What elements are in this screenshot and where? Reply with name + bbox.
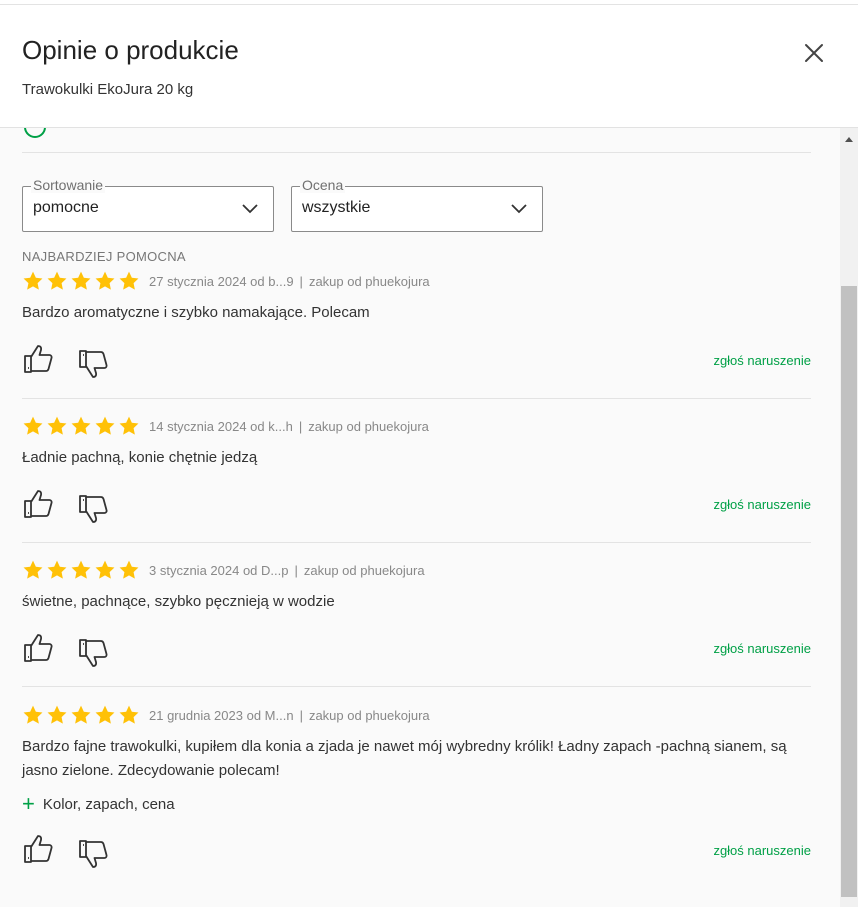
check-circle-icon xyxy=(24,128,46,138)
review-item: 21 grudnia 2023 od M...n | zakup od phueko… xyxy=(22,704,811,894)
sort-select-value: pomocne xyxy=(33,199,99,216)
star-icon xyxy=(94,559,116,581)
review-purchase: zakup od phuekojura xyxy=(308,274,430,289)
review-date-author: 21 grudnia 2023 od M...n xyxy=(149,708,294,723)
chevron-down-icon xyxy=(242,204,258,214)
star-icon xyxy=(70,559,92,581)
review-pros-text: Kolor, zapach, cena xyxy=(42,796,175,813)
star-icon xyxy=(22,415,44,437)
star-rating xyxy=(22,415,140,437)
review-text: świetne, pachnące, szybko pęcznieją w wo… xyxy=(22,593,335,610)
review-text: Ładnie pachną, konie chętnie jedzą xyxy=(22,449,258,466)
most-helpful-label: NAJBARDZIEJ POMOCNA xyxy=(22,249,186,264)
star-icon xyxy=(46,415,68,437)
thumb-down-icon[interactable] xyxy=(77,492,111,526)
review-item: 14 stycznia 2024 od k...h | zakup od phuek… xyxy=(22,415,811,543)
scrollbar-thumb[interactable] xyxy=(841,286,857,897)
thumb-down-icon[interactable] xyxy=(77,636,111,670)
report-link[interactable]: zgłoś naruszenie xyxy=(713,843,811,858)
review-purchase: zakup od phuekojura xyxy=(308,419,429,434)
star-icon xyxy=(94,415,116,437)
thumb-up-icon[interactable] xyxy=(22,487,56,521)
star-icon xyxy=(22,704,44,726)
star-icon xyxy=(118,559,140,581)
star-icon xyxy=(70,415,92,437)
thumb-down-icon[interactable] xyxy=(77,837,111,871)
review-text: Bardzo aromatyczne i szybko namakające. … xyxy=(22,304,370,321)
dialog-header: Opinie o produkcie Trawokulki EkoJura 20… xyxy=(0,5,858,128)
reviews-panel: Sortowanie pomocne Ocena wszystkie NAJBA… xyxy=(0,128,840,907)
review-item: 3 stycznia 2024 od D...p | zakup od phueko… xyxy=(22,559,811,687)
close-icon[interactable] xyxy=(800,39,828,67)
star-icon xyxy=(46,704,68,726)
review-meta: 21 grudnia 2023 od M...n | zakup od phueko… xyxy=(149,708,430,723)
scrollbar[interactable] xyxy=(840,128,858,907)
review-date-author: 14 stycznia 2024 od k...h xyxy=(149,419,293,434)
rating-select-legend: Ocena xyxy=(300,177,346,193)
star-icon xyxy=(118,415,140,437)
star-rating xyxy=(22,559,140,581)
rating-select[interactable]: Ocena wszystkie xyxy=(291,177,543,232)
star-icon xyxy=(70,270,92,292)
star-icon xyxy=(46,270,68,292)
scroll-up-arrow-icon[interactable] xyxy=(840,132,858,146)
review-meta: 14 stycznia 2024 od k...h | zakup od phuek… xyxy=(149,419,429,434)
review-pros: + Kolor, zapach, cena xyxy=(22,791,175,817)
star-icon xyxy=(118,704,140,726)
star-icon xyxy=(22,270,44,292)
sort-select-legend: Sortowanie xyxy=(31,177,106,193)
thumb-up-icon[interactable] xyxy=(22,832,56,866)
star-icon xyxy=(94,704,116,726)
thumb-up-icon[interactable] xyxy=(22,631,56,665)
report-link[interactable]: zgłoś naruszenie xyxy=(713,497,811,512)
review-meta: 3 stycznia 2024 od D...p | zakup od phueko… xyxy=(149,563,425,578)
partially-hidden-row xyxy=(22,128,811,153)
review-purchase: zakup od phuekojura xyxy=(303,563,425,578)
chevron-down-icon xyxy=(511,204,527,214)
thumb-up-icon[interactable] xyxy=(22,342,56,376)
star-rating xyxy=(22,704,140,726)
review-text: Bardzo fajne trawokulki, kupiłem dla kon… xyxy=(22,738,787,779)
star-icon xyxy=(70,704,92,726)
review-meta: 27 stycznia 2024 od b...9 | zakup od phuek… xyxy=(149,274,430,289)
star-icon xyxy=(22,559,44,581)
report-link[interactable]: zgłoś naruszenie xyxy=(713,641,811,656)
star-icon xyxy=(94,270,116,292)
star-icon xyxy=(118,270,140,292)
review-item: 27 stycznia 2024 od b...9 | zakup od phuek… xyxy=(22,270,811,399)
review-date-author: 3 stycznia 2024 od D...p xyxy=(149,563,289,578)
product-name: Trawokulki EkoJura 20 kg xyxy=(22,81,194,98)
rating-select-value: wszystkie xyxy=(302,199,371,216)
dialog-title: Opinie o produkcie xyxy=(22,35,239,65)
sort-select[interactable]: Sortowanie pomocne xyxy=(22,177,274,232)
star-icon xyxy=(46,559,68,581)
report-link[interactable]: zgłoś naruszenie xyxy=(713,353,811,368)
review-date-author: 27 stycznia 2024 od b...9 xyxy=(149,274,294,289)
plus-icon: + xyxy=(22,791,35,816)
thumb-down-icon[interactable] xyxy=(77,347,111,381)
review-purchase: zakup od phuekojura xyxy=(308,708,430,723)
star-rating xyxy=(22,270,140,292)
